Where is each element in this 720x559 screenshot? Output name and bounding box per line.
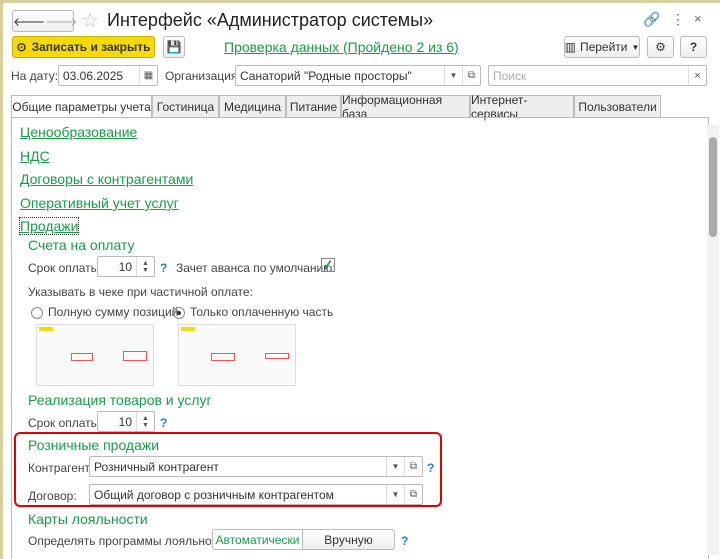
realization-title: Реализация товаров и услуг bbox=[28, 392, 212, 408]
loyalty-title: Карты лояльности bbox=[28, 511, 148, 527]
retail-title: Розничные продажи bbox=[28, 437, 160, 453]
help-icon[interactable]: ? bbox=[401, 534, 408, 548]
stepper-icon[interactable]: ▲ ▼ bbox=[136, 412, 154, 431]
date-input[interactable]: 03.06.2025 ▦ bbox=[58, 65, 158, 86]
chevron-down-icon[interactable]: ▼ bbox=[386, 457, 404, 476]
forward-icon[interactable]: 🡒 bbox=[45, 14, 77, 29]
window: 🡐 🡒 ☆ Интерфейс «Администратор системы» 🔗… bbox=[0, 0, 720, 559]
window-title: Интерфейс «Администратор системы» bbox=[107, 10, 434, 30]
open-icon[interactable]: ⧉ bbox=[462, 66, 480, 85]
close-icon[interactable]: × bbox=[694, 11, 702, 26]
tab-food[interactable]: Питание bbox=[286, 95, 341, 117]
contract-input[interactable]: Общий договор с розничным контрагентом ▼… bbox=[89, 484, 423, 505]
tab-general[interactable]: Общие параметры учета bbox=[11, 95, 152, 118]
contractor-input[interactable]: Розничный контрагент ▼ ⧉ bbox=[89, 456, 423, 477]
radio-paid[interactable]: Только оплаченную часть bbox=[173, 305, 333, 319]
tab-users[interactable]: Пользователи bbox=[574, 95, 661, 117]
contracts-link[interactable]: Договоры с контрагентами bbox=[20, 171, 193, 187]
calendar-icon[interactable]: ▦ bbox=[139, 66, 157, 85]
term-input[interactable]: 10 ▲ ▼ bbox=[97, 256, 155, 277]
search-input[interactable]: Поиск × bbox=[488, 65, 707, 86]
invoices-title: Счета на оплату bbox=[28, 237, 135, 253]
date-label: На дату: bbox=[11, 69, 59, 83]
star-icon[interactable]: ☆ bbox=[81, 8, 99, 33]
more-icon[interactable]: ⋮ bbox=[671, 11, 685, 28]
org-label: Организация: bbox=[165, 69, 241, 83]
link-icon[interactable]: 🔗 bbox=[643, 11, 660, 28]
check-data-link[interactable]: Проверка данных (Пройдено 2 из 6) bbox=[224, 39, 459, 55]
screenshot-full-image bbox=[36, 324, 154, 386]
realization-term-input[interactable]: 10 ▲ ▼ bbox=[97, 411, 155, 432]
pricing-link[interactable]: Ценообразование bbox=[20, 124, 137, 140]
vat-link[interactable]: НДС bbox=[20, 148, 50, 164]
help-button[interactable]: ? bbox=[680, 36, 707, 58]
save-close-button[interactable]: ⊙ Записать и закрыть bbox=[12, 36, 155, 58]
chevron-down-icon[interactable]: ▼ bbox=[444, 66, 462, 85]
contract-label: Договор: bbox=[28, 489, 77, 503]
help-icon[interactable]: ? bbox=[427, 461, 434, 475]
term-label: Срок оплаты: bbox=[28, 261, 103, 275]
check-circle-icon: ⊙ bbox=[16, 40, 27, 54]
tab-hotel[interactable]: Гостиница bbox=[152, 95, 219, 117]
radio-selected-icon bbox=[173, 306, 185, 319]
realization-term-label: Срок оплаты: bbox=[28, 416, 103, 430]
save-icon[interactable]: 💾 bbox=[163, 36, 185, 58]
radio-full[interactable]: Полную сумму позиций bbox=[31, 305, 178, 319]
back-icon[interactable]: 🡐 bbox=[13, 14, 45, 29]
loyalty-label: Определять программы лояльности: bbox=[28, 534, 234, 548]
scrollbar-thumb[interactable] bbox=[709, 137, 717, 237]
open-icon[interactable]: ⧉ bbox=[404, 485, 422, 504]
advance-checkbox[interactable]: ✓ bbox=[321, 258, 335, 272]
goto-button[interactable]: ▥ Перейти ▼ bbox=[564, 36, 640, 58]
screenshot-paid-image bbox=[178, 324, 296, 386]
contractor-label: Контрагент: bbox=[28, 461, 94, 475]
services-link[interactable]: Оперативный учет услуг bbox=[20, 195, 179, 211]
nav-buttons: 🡐 🡒 bbox=[12, 10, 77, 32]
sales-link[interactable]: Продажи bbox=[18, 217, 80, 235]
org-input[interactable]: Санаторий "Родные просторы" ▼ ⧉ bbox=[235, 65, 481, 86]
advance-label: Зачет аванса по умолчанию: bbox=[176, 261, 336, 275]
stepper-icon[interactable]: ▲ ▼ bbox=[136, 257, 154, 276]
help-icon[interactable]: ? bbox=[160, 261, 167, 275]
loyalty-auto-button[interactable]: Автоматически bbox=[212, 529, 303, 550]
panel-icon: ▥ bbox=[564, 40, 576, 54]
clear-icon[interactable]: × bbox=[688, 66, 706, 85]
tab-infobase[interactable]: Информационная база bbox=[341, 93, 470, 121]
tab-internet[interactable]: Интернет-сервисы bbox=[470, 93, 574, 121]
chevron-down-icon[interactable]: ▼ bbox=[386, 485, 404, 504]
scrollbar[interactable] bbox=[707, 125, 719, 555]
radio-icon bbox=[31, 306, 43, 319]
chevron-down-icon: ▼ bbox=[631, 42, 640, 52]
open-icon[interactable]: ⧉ bbox=[404, 457, 422, 476]
receipt-label: Указывать в чеке при частичной оплате: bbox=[28, 285, 253, 299]
gear-icon[interactable]: ⚙ bbox=[647, 36, 674, 58]
loyalty-manual-button[interactable]: Вручную bbox=[302, 529, 395, 550]
help-icon[interactable]: ? bbox=[160, 416, 167, 430]
tab-medicine[interactable]: Медицина bbox=[219, 95, 286, 117]
